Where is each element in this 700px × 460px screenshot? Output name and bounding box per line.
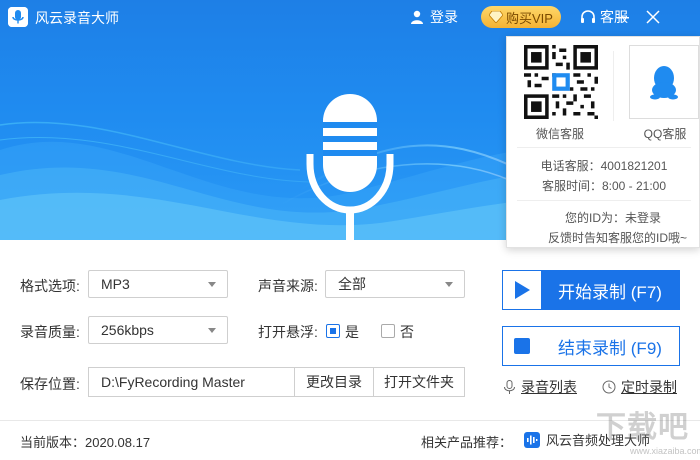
float-yes-label: 是 <box>345 324 359 340</box>
panel-divider <box>613 51 614 121</box>
chevron-down-icon <box>445 282 453 287</box>
source-label: 声音来源: <box>258 278 318 294</box>
qq-penguin-icon <box>650 66 678 100</box>
save-location-label: 保存位置: <box>20 376 80 392</box>
save-path-field[interactable]: D:\FyRecording Master <box>88 367 294 397</box>
app-title: 风云录音大师 <box>35 10 119 26</box>
source-value: 全部 <box>338 276 366 292</box>
watermark-url: www.xiazaiba.com <box>630 446 700 456</box>
quality-label: 录音质量: <box>20 324 80 340</box>
user-icon <box>411 10 423 24</box>
float-window-label: 打开悬浮: <box>258 324 318 340</box>
quality-value: 256kbps <box>101 322 154 338</box>
version-text: 当前版本：2020.08.17 <box>20 435 151 450</box>
feedback-hint-text: 反馈时告知客服您的ID哦~ <box>547 231 687 245</box>
stop-recording-label: 结束录制 (F9) <box>558 338 662 358</box>
timed-recording-label: 定时录制 <box>621 379 677 395</box>
audio-editor-icon <box>524 431 540 448</box>
headset-icon <box>581 10 595 23</box>
app-logo-icon <box>8 7 28 27</box>
stop-icon <box>503 327 541 365</box>
wechat-qr-code-icon <box>524 45 598 119</box>
recording-list-label: 录音列表 <box>521 379 577 395</box>
microphone-small-icon <box>504 379 515 394</box>
format-label: 格式选项: <box>20 278 80 294</box>
service-hours-text: 客服时间：8:00 - 21:00 <box>541 179 667 193</box>
vip-label: 购买VIP <box>506 10 553 26</box>
diamond-icon <box>489 11 504 23</box>
panel-divider <box>517 147 691 148</box>
chevron-down-icon <box>208 328 216 333</box>
user-id-text: 您的ID为：未登录 <box>564 211 661 225</box>
related-products-label: 相关产品推荐： <box>421 435 513 450</box>
quality-select[interactable]: 256kbps <box>88 316 228 344</box>
service-popup: 微信客服 QQ客服 电话客服：4001821201 客服时间：8:00 - 21… <box>506 36 700 248</box>
login-button[interactable]: 登录 <box>410 6 458 28</box>
start-recording-button[interactable]: 开始录制 (F7) <box>502 270 680 310</box>
change-directory-button[interactable]: 更改目录 <box>294 367 374 397</box>
watermark-logo: 下载吧 <box>596 411 689 444</box>
stop-recording-button[interactable]: 结束录制 (F9) <box>502 326 680 366</box>
float-no-label: 否 <box>400 324 414 340</box>
panel-divider <box>517 200 691 201</box>
float-yes-checkbox[interactable] <box>326 324 340 338</box>
microphone-icon <box>306 94 394 240</box>
format-select[interactable]: MP3 <box>88 270 228 298</box>
float-no-checkbox[interactable] <box>381 324 395 338</box>
minimize-icon[interactable] <box>612 6 634 28</box>
qq-qr-code-icon <box>629 45 699 119</box>
wechat-service-label: 微信客服 <box>535 127 584 141</box>
qq-service-label: QQ客服 <box>643 127 687 141</box>
title-bar: 风云录音大师 登录 购买VIP 客服 <box>0 0 700 34</box>
source-select[interactable]: 全部 <box>325 270 465 298</box>
phone-service-text: 电话客服：4001821201 <box>540 159 668 173</box>
footer-divider <box>0 420 700 421</box>
timed-recording-link[interactable]: 定时录制 <box>602 377 677 397</box>
buy-vip-button[interactable]: 购买VIP <box>481 6 561 28</box>
close-icon[interactable] <box>642 6 664 28</box>
start-recording-label: 开始录制 (F7) <box>558 282 662 302</box>
format-value: MP3 <box>101 276 130 292</box>
clock-icon <box>602 380 616 394</box>
play-icon <box>503 271 541 309</box>
recording-list-link[interactable]: 录音列表 <box>503 377 577 397</box>
open-folder-button[interactable]: 打开文件夹 <box>373 367 465 397</box>
chevron-down-icon <box>208 282 216 287</box>
login-label: 登录 <box>430 9 458 25</box>
